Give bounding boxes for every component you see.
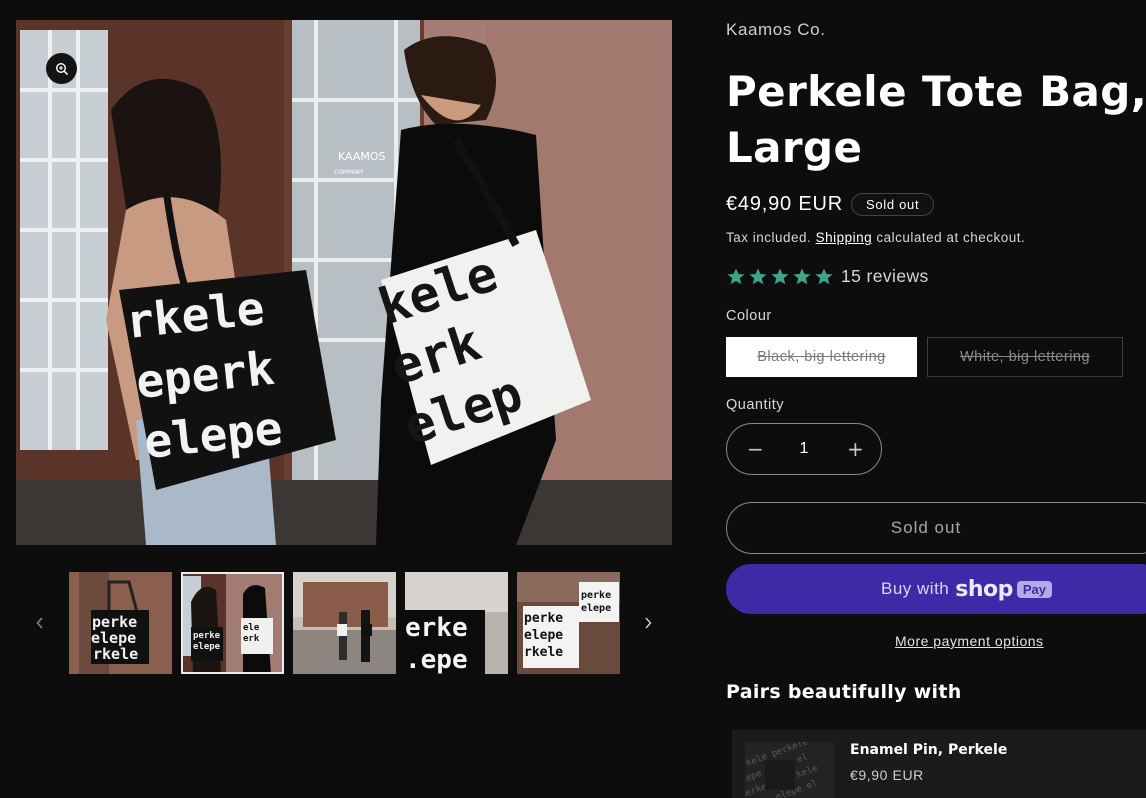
buy-with-shop-pay-button[interactable]: Buy with shop Pay (726, 564, 1146, 614)
svg-text:.epe: .epe (405, 645, 468, 674)
star-icon (727, 268, 745, 284)
thumbnail-2[interactable]: perke elepe ele erk (181, 572, 284, 674)
svg-text:ele: ele (243, 623, 260, 633)
svg-text:erke: erke (405, 613, 468, 643)
quantity-label: Quantity (726, 397, 784, 413)
quantity-input[interactable]: 1 (800, 440, 809, 458)
star-rating (726, 267, 834, 287)
product-main-image[interactable]: KAAMOS COMPANY rkele eperk elepe kele er… (16, 20, 672, 545)
chevron-left-icon (36, 617, 43, 629)
thumbnail-1[interactable]: perke elepe rkele (69, 572, 172, 674)
star-icon (749, 268, 767, 284)
svg-text:perke: perke (193, 631, 221, 641)
shop-pay-prefix: Buy with (881, 579, 950, 598)
thumbnail-image: perkeelepe eleerk (181, 572, 284, 674)
recommended-product-image: perkele perkele elepe elepe el perkele p… (745, 742, 834, 798)
thumbnail-next-button[interactable] (638, 612, 658, 634)
svg-text:elepe: elepe (524, 628, 563, 643)
product-price: €49,90 EUR (726, 193, 843, 215)
reviews-count[interactable]: 15 reviews (841, 266, 929, 287)
price-row: €49,90 EUR Sold out (726, 193, 935, 216)
sold-out-badge: Sold out (850, 193, 935, 216)
tax-note-text: Tax included. (726, 230, 812, 245)
vendor-name: Kaamos Co. (726, 20, 826, 39)
thumbnail-3[interactable] (293, 572, 396, 674)
shipping-link[interactable]: Shipping (816, 230, 873, 245)
thumbnail-prev-button[interactable] (30, 612, 50, 634)
quantity-stepper: − 1 + (726, 423, 882, 475)
sign-company: COMPANY (334, 169, 364, 176)
enamel-pin-thumbnail: perkele perkele elepe elepe el perkele p… (745, 742, 834, 798)
product-page: KAAMOS COMPANY rkele eperk elepe kele er… (0, 0, 1146, 798)
product-info: Kaamos Co. Perkele Tote Bag, Large €49,9… (726, 0, 1146, 798)
svg-text:elepe: elepe (193, 642, 221, 652)
recommended-product-card[interactable]: perkele perkele elepe elepe el perkele p… (732, 730, 1146, 798)
shop-logo: shop (955, 576, 1013, 602)
svg-text:erk: erk (243, 634, 260, 644)
pay-badge: Pay (1016, 580, 1053, 598)
thumbnail-image: perke elepe rkele perke elepe (517, 572, 620, 674)
star-icon (771, 268, 789, 284)
product-title: Perkele Tote Bag, Large (726, 67, 1146, 172)
tax-note-checkout: calculated at checkout. (876, 230, 1026, 245)
svg-text:rkele: rkele (93, 645, 138, 663)
colour-option-black[interactable]: Black, big lettering (726, 337, 917, 377)
svg-text:perke: perke (524, 611, 563, 626)
svg-text:perke: perke (581, 590, 611, 601)
sold-out-button[interactable]: Sold out (726, 502, 1146, 554)
zoom-button[interactable] (46, 53, 77, 84)
quantity-increase-button[interactable]: + (847, 437, 864, 461)
star-icon (815, 268, 833, 284)
colour-label: Colour (726, 308, 772, 324)
thumbnail-image (293, 572, 396, 674)
thumbnail-5[interactable]: perke elepe rkele perke elepe (517, 572, 620, 674)
colour-option-white[interactable]: White, big lettering (927, 337, 1123, 377)
more-payment-options-link[interactable]: More payment options (895, 633, 1044, 649)
zoom-in-icon (55, 62, 68, 75)
recommended-product-name: Enamel Pin, Perkele (850, 742, 1008, 758)
pairs-heading: Pairs beautifully with (726, 681, 962, 703)
svg-text:rkele: rkele (524, 645, 563, 660)
tax-note: Tax included. Shipping calculated at che… (726, 230, 1025, 245)
quantity-decrease-button[interactable]: − (747, 437, 764, 461)
star-icon (793, 268, 811, 284)
chevron-right-icon (645, 617, 652, 629)
thumbnail-slider: perke elepe rkele perke elepe ele erk er… (28, 572, 662, 674)
recommended-product-price: €9,90 EUR (850, 767, 924, 783)
thumbnail-image: erke.epe (405, 572, 508, 674)
thumbnail-4[interactable]: erke .epe (405, 572, 508, 674)
product-photo: KAAMOS COMPANY rkele eperk elepe kele er… (16, 20, 672, 545)
product-rating: 15 reviews (726, 266, 929, 287)
thumbnail-image: perkeeleperkele (69, 572, 172, 674)
sign-kaamos: KAAMOS (338, 150, 386, 163)
svg-text:elepe: elepe (581, 603, 611, 614)
